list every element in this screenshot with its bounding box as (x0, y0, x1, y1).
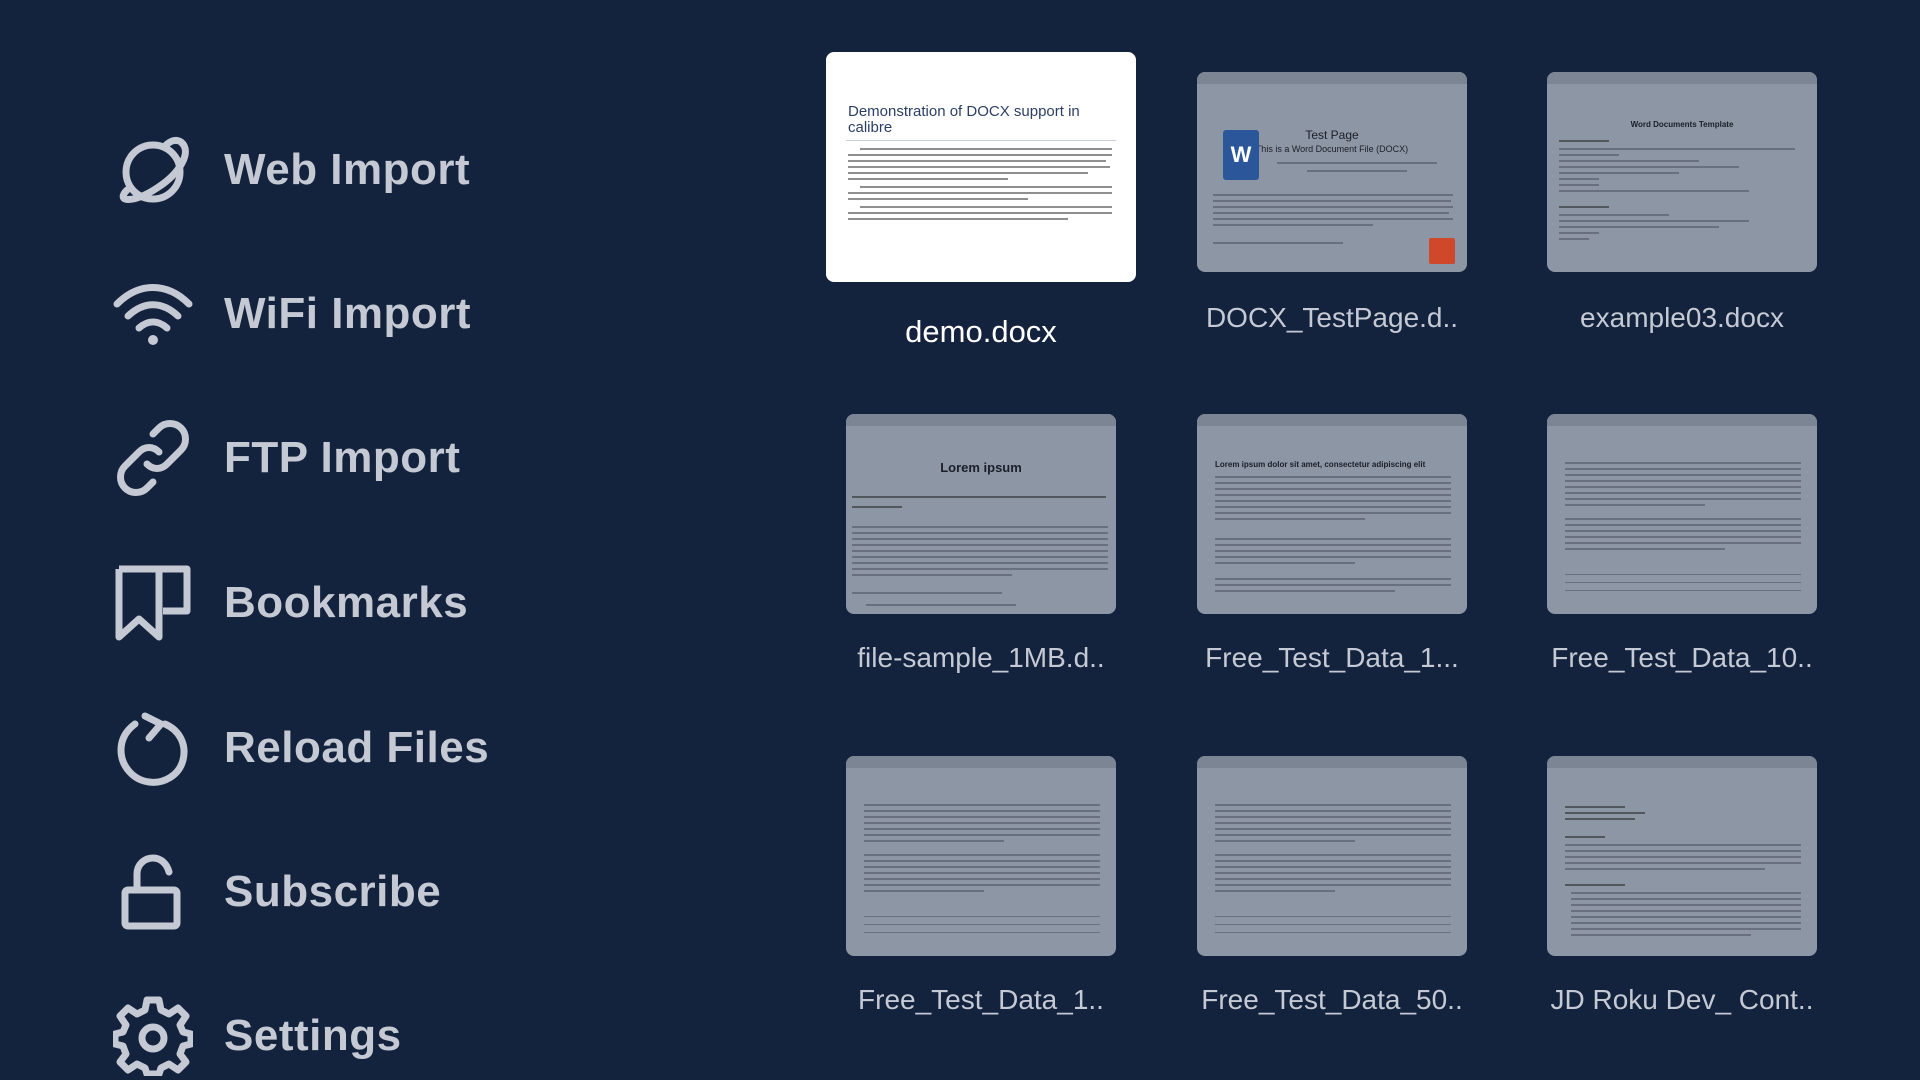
file-tile-docx-testpage[interactable]: Test Page This is a Word Document File (… (1197, 72, 1467, 342)
file-tile-demo[interactable]: Demonstration of DOCX support in calibre… (826, 52, 1136, 352)
file-tile-free-test-data-1a[interactable]: Lorem ipsum dolor sit amet, consectetur … (1197, 414, 1467, 684)
document-heading: Lorem ipsum dolor sit amet, consectetur … (1215, 460, 1426, 469)
sidebar-item-subscribe[interactable]: Subscribe (108, 844, 441, 940)
sidebar-item-ftp-import[interactable]: FTP Import (108, 410, 460, 506)
wifi-icon (108, 269, 198, 359)
file-name: JD Roku Dev_ Cont.. (1550, 984, 1814, 1015)
file-name: DOCX_TestPage.d.. (1205, 302, 1459, 333)
document-heading: Lorem ipsum (940, 460, 1022, 475)
document-heading: Demonstration of DOCX support in calibre (848, 103, 1080, 136)
file-thumbnail: Lorem ipsum dolor sit amet, consectetur … (1197, 414, 1467, 614)
file-tile-free-test-data-10[interactable]: Free_Test_Data_10.. (1547, 414, 1817, 684)
file-name: Free_Test_Data_50.. (1201, 984, 1463, 1015)
file-thumbnail (1547, 414, 1817, 614)
document-heading: Word Documents Template (1630, 120, 1734, 129)
link-icon (108, 413, 198, 503)
file-thumbnail: Word Documents Template (1547, 72, 1817, 272)
bookmark-icon (108, 558, 198, 648)
file-tile-example03[interactable]: Word Documents Template example03.docx (1547, 72, 1817, 342)
planet-icon (108, 125, 198, 215)
sidebar-item-label: Subscribe (224, 867, 442, 916)
file-tile-jd-roku-dev[interactable]: JD Roku Dev_ Cont.. (1547, 756, 1817, 1026)
unlock-icon (108, 847, 198, 937)
file-thumbnail (1547, 756, 1817, 956)
app-root: Web Import WiFi Import FTP Import Bookma… (0, 0, 1920, 1080)
file-tile-free-test-data-50[interactable]: Free_Test_Data_50.. (1197, 756, 1467, 1026)
sidebar-item-label: Reload Files (224, 723, 490, 772)
sidebar-item-wifi-import[interactable]: WiFi Import (108, 266, 471, 362)
sidebar-item-settings[interactable]: Settings (108, 988, 402, 1080)
sidebar-item-label: Settings (224, 1011, 402, 1060)
sidebar-item-label: WiFi Import (224, 289, 472, 338)
sidebar-item-web-import[interactable]: Web Import (108, 122, 470, 218)
file-thumbnail (846, 756, 1116, 956)
gear-icon (108, 991, 198, 1080)
sidebar-item-bookmarks[interactable]: Bookmarks (108, 555, 468, 651)
file-name: Free_Test_Data_1... (1205, 642, 1459, 673)
file-thumbnail: Demonstration of DOCX support in calibre (826, 52, 1136, 282)
file-name: Free_Test_Data_10.. (1551, 642, 1813, 673)
sidebar-item-label: FTP Import (224, 433, 461, 482)
file-name: demo.docx (905, 314, 1057, 349)
file-thumbnail (1197, 756, 1467, 956)
sidebar-item-label: Bookmarks (224, 578, 469, 627)
sidebar-item-label: Web Import (224, 145, 471, 194)
file-tile-free-test-data-1b[interactable]: Free_Test_Data_1.. (846, 756, 1116, 1026)
reload-icon (108, 703, 198, 793)
sidebar-item-reload-files[interactable]: Reload Files (108, 700, 489, 796)
word-logo-icon: W (1223, 130, 1259, 180)
file-name: file-sample_1MB.d.. (857, 642, 1105, 673)
file-thumbnail: Lorem ipsum (846, 414, 1116, 614)
file-thumbnail: Test Page This is a Word Document File (… (1197, 72, 1467, 272)
file-name: example03.docx (1580, 302, 1784, 333)
file-name: Free_Test_Data_1.. (858, 984, 1104, 1015)
office-logo-icon (1429, 238, 1455, 264)
file-tile-file-sample[interactable]: Lorem ipsum file-sample_1MB.d.. (846, 414, 1116, 684)
